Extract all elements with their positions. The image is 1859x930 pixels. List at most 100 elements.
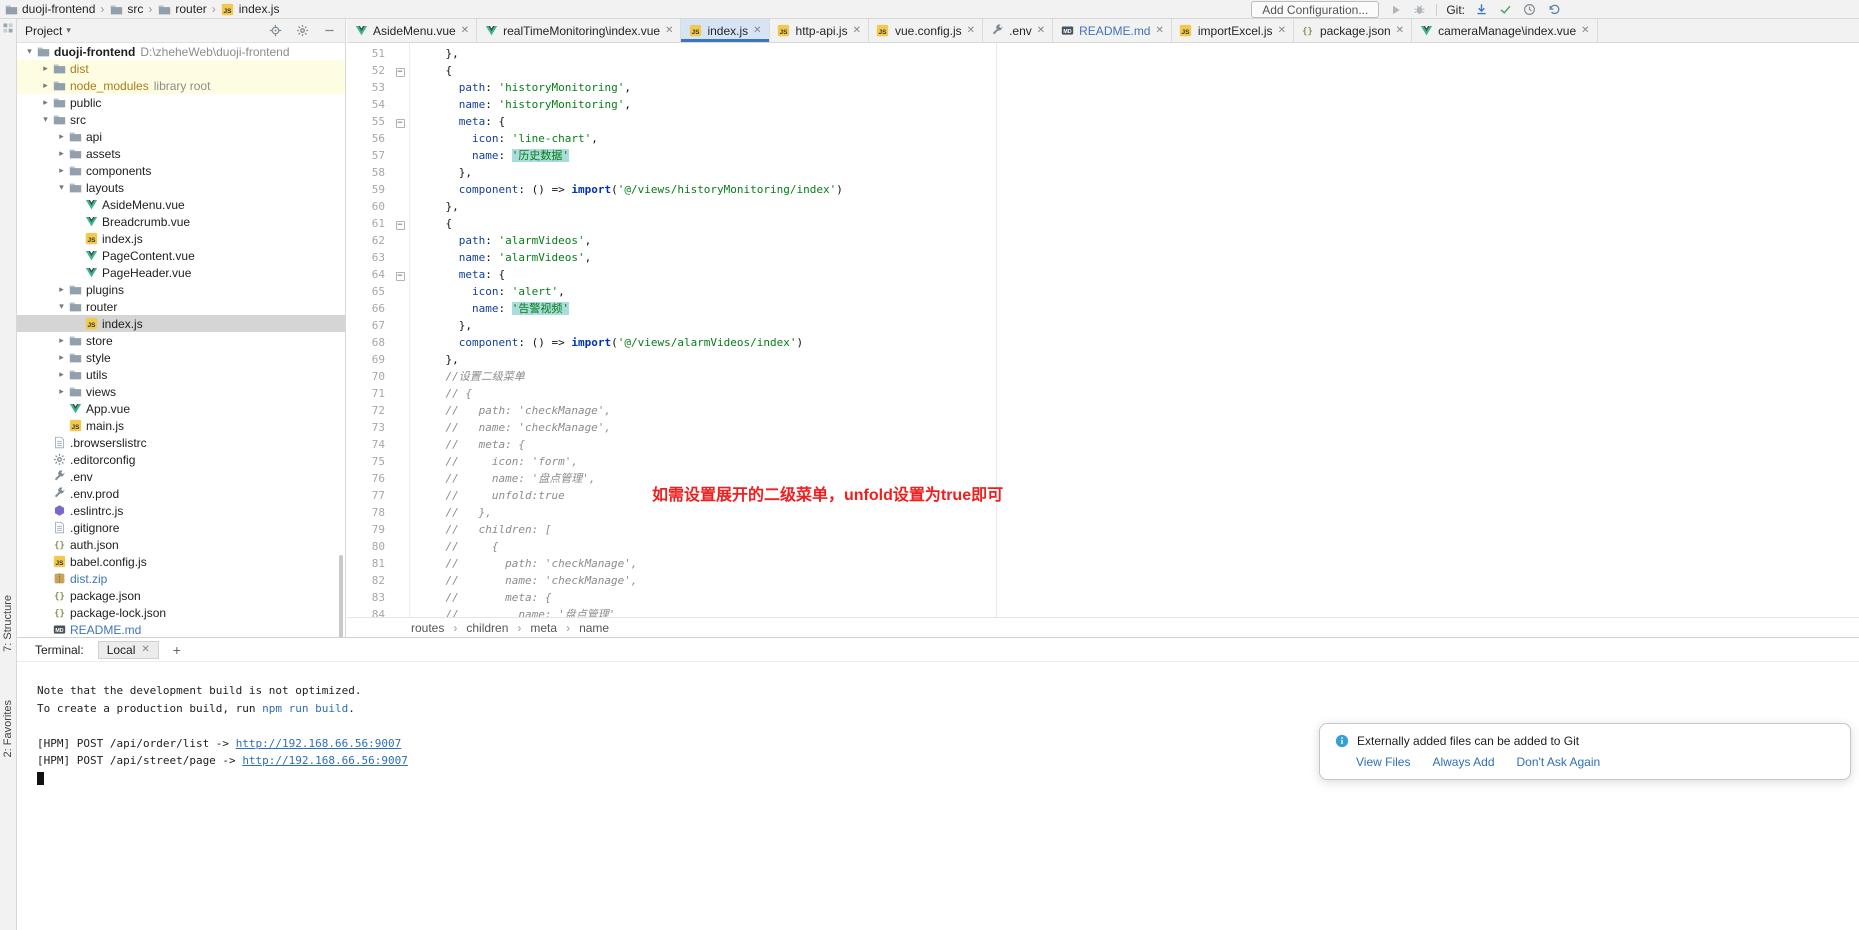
- code-line-73[interactable]: 73 // name: 'checkManage',: [347, 419, 1859, 436]
- tree-item-AsideMenu.vue[interactable]: AsideMenu.vue: [17, 196, 345, 213]
- fold-icon[interactable]: −: [396, 272, 405, 281]
- tree-item-components[interactable]: ▸components: [17, 162, 345, 179]
- tree-item-assets[interactable]: ▸assets: [17, 145, 345, 162]
- project-view-selector[interactable]: Project ▾: [25, 24, 71, 38]
- editor-tab-.env[interactable]: .env✕: [983, 19, 1053, 42]
- code-line-66[interactable]: 66 name: '告警视频': [347, 300, 1859, 317]
- expand-arrow-icon[interactable]: ▸: [39, 97, 52, 108]
- breadcrumb-item-src[interactable]: src: [109, 2, 143, 16]
- editor-tab-index.js[interactable]: JSindex.js✕: [681, 19, 769, 42]
- code-line-61[interactable]: 61− {: [347, 215, 1859, 232]
- code-line-65[interactable]: 65 icon: 'alert',: [347, 283, 1859, 300]
- code-line-58[interactable]: 58 },: [347, 164, 1859, 181]
- close-icon[interactable]: ✕: [1037, 25, 1045, 36]
- close-icon[interactable]: ✕: [461, 25, 469, 36]
- tree-item-App.vue[interactable]: App.vue: [17, 400, 345, 417]
- code-line-69[interactable]: 69 },: [347, 351, 1859, 368]
- breadcrumb-item-index.js[interactable]: JSindex.js: [221, 2, 280, 16]
- terminal-tab-local[interactable]: Local ✕: [98, 641, 159, 659]
- tool-windows-icon[interactable]: [2, 22, 14, 37]
- tree-item-PageHeader.vue[interactable]: PageHeader.vue: [17, 264, 345, 281]
- code-line-62[interactable]: 62 path: 'alarmVideos',: [347, 232, 1859, 249]
- breadcrumb-item-duoji-frontend[interactable]: duoji-frontend: [4, 2, 95, 16]
- code-line-63[interactable]: 63 name: 'alarmVideos',: [347, 249, 1859, 266]
- expand-arrow-icon[interactable]: ▸: [55, 131, 68, 142]
- settings-icon[interactable]: [295, 23, 310, 38]
- code-line-75[interactable]: 75 // icon: 'form',: [347, 453, 1859, 470]
- editor-breadcrumb-routes[interactable]: routes: [411, 621, 444, 635]
- close-icon[interactable]: ✕: [665, 25, 673, 36]
- tree-item-style[interactable]: ▸style: [17, 349, 345, 366]
- close-icon[interactable]: ✕: [1396, 25, 1404, 36]
- run-icon[interactable]: [1388, 2, 1403, 17]
- editor-tab-importExcel.js[interactable]: JSimportExcel.js✕: [1172, 19, 1294, 42]
- code-editor[interactable]: 51 },52− {53 path: 'historyMonitoring',5…: [347, 43, 1859, 617]
- code-line-84[interactable]: 84 // name: '盘点管理': [347, 606, 1859, 617]
- tree-item-dist.zip[interactable]: dist.zip: [17, 570, 345, 587]
- collapse-arrow-icon[interactable]: ▾: [23, 46, 36, 57]
- code-line-64[interactable]: 64− meta: {: [347, 266, 1859, 283]
- editor-tab-http-api.js[interactable]: JShttp-api.js✕: [770, 19, 869, 42]
- tree-item-.env.prod[interactable]: .env.prod: [17, 485, 345, 502]
- code-line-57[interactable]: 57 name: '历史数据': [347, 147, 1859, 164]
- expand-arrow-icon[interactable]: ▸: [39, 80, 52, 91]
- breadcrumb-item-router[interactable]: router: [157, 2, 206, 16]
- expand-arrow-icon[interactable]: ▸: [55, 386, 68, 397]
- tree-item-PageContent.vue[interactable]: PageContent.vue: [17, 247, 345, 264]
- code-line-79[interactable]: 79 // children: [: [347, 521, 1859, 538]
- editor-tab-README.md[interactable]: MDREADME.md✕: [1053, 19, 1172, 42]
- editor-tab-package.json[interactable]: {}package.json✕: [1294, 19, 1412, 42]
- expand-arrow-icon[interactable]: ▸: [55, 165, 68, 176]
- code-line-70[interactable]: 70 //设置二级菜单: [347, 368, 1859, 385]
- tree-item-package.json[interactable]: {}package.json: [17, 587, 345, 604]
- tree-item-main.js[interactable]: JSmain.js: [17, 417, 345, 434]
- editor-breadcrumb-meta[interactable]: meta: [530, 621, 557, 635]
- git-update-icon[interactable]: [1474, 2, 1489, 17]
- scrollbar[interactable]: [339, 555, 343, 640]
- debug-icon[interactable]: [1412, 2, 1427, 17]
- code-line-68[interactable]: 68 component: () => import('@/views/alar…: [347, 334, 1859, 351]
- close-icon[interactable]: ✕: [753, 25, 761, 36]
- code-line-54[interactable]: 54 name: 'historyMonitoring',: [347, 96, 1859, 113]
- code-line-80[interactable]: 80 // {: [347, 538, 1859, 555]
- editor-tab-cameraManage\index.vue[interactable]: cameraManage\index.vue✕: [1412, 19, 1597, 42]
- editor-breadcrumb-name[interactable]: name: [579, 621, 609, 635]
- code-line-74[interactable]: 74 // meta: {: [347, 436, 1859, 453]
- tree-item-README.md[interactable]: MDREADME.md: [17, 621, 345, 637]
- tree-item-plugins[interactable]: ▸plugins: [17, 281, 345, 298]
- tree-item-Breadcrumb.vue[interactable]: Breadcrumb.vue: [17, 213, 345, 230]
- tree-item-.eslintrc.js[interactable]: .eslintrc.js: [17, 502, 345, 519]
- notification-action-don-t-ask-again[interactable]: Don't Ask Again: [1517, 755, 1601, 769]
- code-line-55[interactable]: 55− meta: {: [347, 113, 1859, 130]
- tree-item-auth.json[interactable]: {}auth.json: [17, 536, 345, 553]
- code-line-71[interactable]: 71 // {: [347, 385, 1859, 402]
- code-line-59[interactable]: 59 component: () => import('@/views/hist…: [347, 181, 1859, 198]
- tree-item-index.js[interactable]: JSindex.js: [17, 230, 345, 247]
- tree-item-store[interactable]: ▸store: [17, 332, 345, 349]
- collapse-arrow-icon[interactable]: ▾: [39, 114, 52, 125]
- tree-item-views[interactable]: ▸views: [17, 383, 345, 400]
- close-icon[interactable]: ✕: [1278, 25, 1286, 36]
- add-configuration-button[interactable]: Add Configuration...: [1251, 1, 1379, 18]
- fold-icon[interactable]: −: [396, 221, 405, 230]
- locate-file-icon[interactable]: [268, 23, 283, 38]
- fold-icon[interactable]: −: [396, 68, 405, 77]
- git-commit-icon[interactable]: [1498, 2, 1513, 17]
- terminal-link[interactable]: http://192.168.66.56:9007: [242, 754, 408, 767]
- expand-arrow-icon[interactable]: ▸: [55, 148, 68, 159]
- notification-action-always-add[interactable]: Always Add: [1432, 755, 1494, 769]
- collapse-arrow-icon[interactable]: ▾: [55, 182, 68, 193]
- tree-item-router[interactable]: ▾router: [17, 298, 345, 315]
- code-line-51[interactable]: 51 },: [347, 45, 1859, 62]
- tree-item-node_modules[interactable]: ▸node_modules library root: [17, 77, 345, 94]
- code-line-60[interactable]: 60 },: [347, 198, 1859, 215]
- tree-item-babel.config.js[interactable]: JSbabel.config.js: [17, 553, 345, 570]
- code-line-53[interactable]: 53 path: 'historyMonitoring',: [347, 79, 1859, 96]
- tree-item-index.js[interactable]: JSindex.js: [17, 315, 345, 332]
- tree-item-utils[interactable]: ▸utils: [17, 366, 345, 383]
- code-line-78[interactable]: 78 // },: [347, 504, 1859, 521]
- tool-button-structure[interactable]: 7: Structure: [2, 595, 14, 652]
- tree-item-.env[interactable]: .env: [17, 468, 345, 485]
- tree-item-.browserslistrc[interactable]: .browserslistrc: [17, 434, 345, 451]
- editor-breadcrumb-children[interactable]: children: [466, 621, 508, 635]
